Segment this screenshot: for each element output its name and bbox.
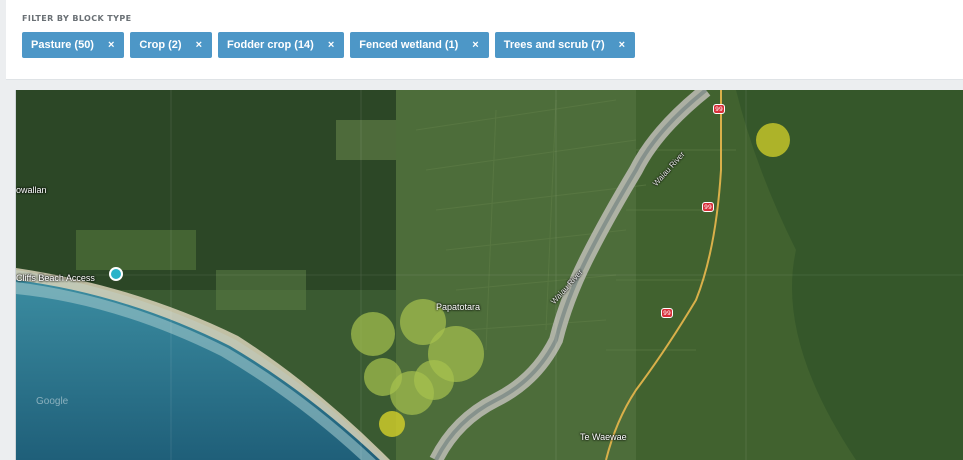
highway-badge: 99 — [702, 202, 714, 212]
satellite-map[interactable]: owallan Cliffs Beach Access Papatotara T… — [15, 90, 963, 460]
close-icon[interactable]: × — [196, 39, 202, 51]
fodder-crop-marker[interactable] — [379, 411, 405, 437]
chip-label: Fenced wetland (1) — [359, 39, 459, 51]
highway-badge: 99 — [661, 308, 673, 318]
filter-chip-pasture[interactable]: Pasture (50) × — [22, 32, 125, 58]
pasture-marker[interactable] — [364, 358, 402, 396]
fodder-crop-marker[interactable] — [756, 123, 790, 157]
chip-label: Pasture (50) — [31, 39, 94, 51]
place-label: Papatotara — [436, 302, 481, 312]
close-icon[interactable]: × — [472, 39, 478, 51]
location-pin-icon[interactable] — [109, 267, 123, 281]
close-icon[interactable]: × — [328, 39, 334, 51]
map-watermark: Google — [36, 396, 69, 407]
place-label: Te Waewae — [580, 432, 627, 442]
filter-chip-crop[interactable]: Crop (2) × — [130, 32, 213, 58]
filter-heading: FILTER BY BLOCK TYPE — [22, 14, 132, 23]
pasture-marker[interactable] — [351, 312, 395, 356]
chip-label: Trees and scrub (7) — [503, 39, 605, 51]
place-label: owallan — [16, 185, 47, 195]
highway-badge: 99 — [713, 104, 725, 114]
filter-chip-list: Pasture (50) × Crop (2) × Fodder crop (1… — [22, 32, 636, 58]
close-icon[interactable]: × — [108, 39, 114, 51]
chip-label: Fodder crop (14) — [227, 39, 314, 51]
close-icon[interactable]: × — [619, 39, 625, 51]
map-imagery — [16, 90, 963, 460]
filter-chip-fodder-crop[interactable]: Fodder crop (14) × — [218, 32, 345, 58]
filter-panel: FILTER BY BLOCK TYPE Pasture (50) × Crop… — [6, 0, 963, 80]
filter-chip-fenced-wetland[interactable]: Fenced wetland (1) × — [350, 32, 489, 58]
place-label: Cliffs Beach Access — [16, 273, 95, 283]
chip-label: Crop (2) — [139, 39, 182, 51]
filter-chip-trees-and-scrub[interactable]: Trees and scrub (7) × — [494, 32, 636, 58]
